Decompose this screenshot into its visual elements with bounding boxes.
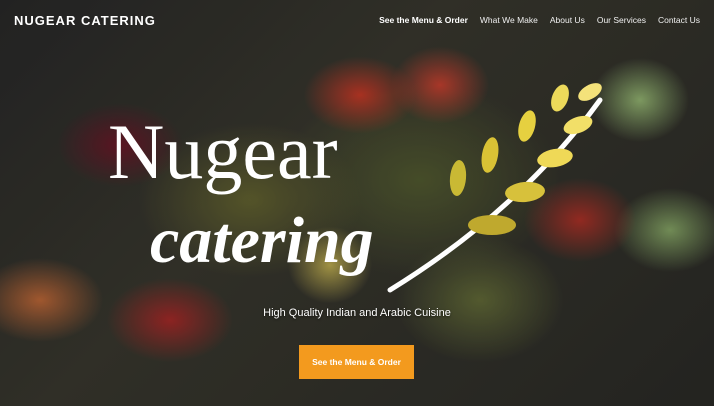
hero-tagline: High Quality Indian and Arabic Cuisine (263, 307, 451, 319)
logo-word-catering: catering (150, 204, 374, 277)
hero-section: NUGEAR CATERING See the Menu & Order Wha… (0, 0, 714, 406)
see-menu-order-button[interactable]: See the Menu & Order (299, 345, 414, 379)
logo-word-nugear: Nugear (108, 108, 338, 195)
wheat-leaves-icon (449, 83, 602, 235)
